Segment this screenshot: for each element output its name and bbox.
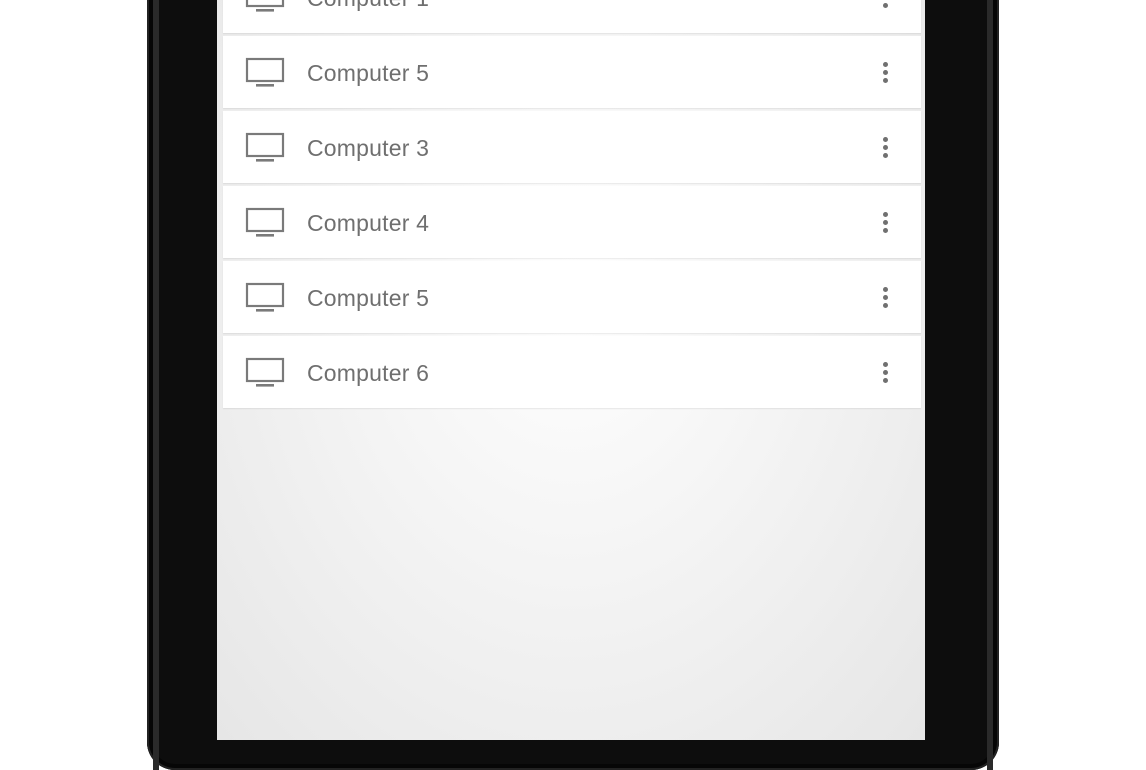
computer-name: Computer 3 [307,135,430,161]
computer-list: Computer 1 Computer 5 Computer 3 Compute… [223,0,921,411]
monitor-icon [245,0,285,12]
bezel-edge-left [153,0,159,770]
monitor-icon [245,282,285,312]
computer-name: Computer 1 [307,0,429,12]
more-vert-icon[interactable] [871,356,899,388]
computer-name: Computer 4 [307,210,430,236]
tablet-frame: Computer 1 Computer 5 Computer 3 Compute… [147,0,999,770]
computer-list-item[interactable]: Computer 6 [223,336,921,408]
monitor-icon [245,57,285,87]
computer-name: Computer 5 [307,285,430,311]
more-vert-icon[interactable] [871,131,899,163]
computer-list-item[interactable]: Computer 1 [223,0,921,33]
more-vert-icon[interactable] [871,0,899,13]
bezel-edge-right [987,0,993,770]
more-vert-icon[interactable] [871,206,899,238]
more-vert-icon[interactable] [871,56,899,88]
computer-list-item[interactable]: Computer 5 [223,261,921,333]
more-vert-icon[interactable] [871,281,899,313]
monitor-icon [245,207,285,237]
monitor-icon [245,132,285,162]
computer-name: Computer 6 [307,360,430,386]
computer-name: Computer 5 [307,60,430,86]
monitor-icon [245,357,285,387]
computer-list-item[interactable]: Computer 4 [223,186,921,258]
computer-list-item[interactable]: Computer 3 [223,111,921,183]
device-screen: Computer 1 Computer 5 Computer 3 Compute… [217,0,925,740]
computer-list-item[interactable]: Computer 5 [223,36,921,108]
